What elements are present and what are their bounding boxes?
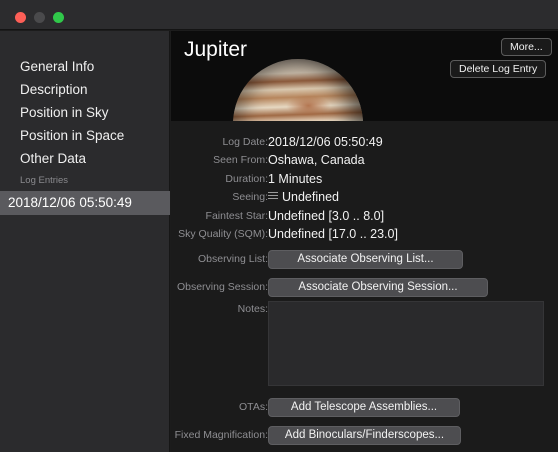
app-window: General Info Description Position in Sky…: [0, 0, 558, 452]
sidebar-item-position-in-space[interactable]: Position in Space: [20, 126, 124, 146]
object-header: Jupiter More... Delete Log Entry: [171, 31, 558, 121]
delete-log-entry-button[interactable]: Delete Log Entry: [450, 60, 547, 78]
associate-observing-list-button[interactable]: Associate Observing List...: [268, 250, 463, 269]
close-window-button[interactable]: [15, 12, 26, 23]
zoom-window-button[interactable]: [53, 12, 64, 23]
log-entry-label: 2018/12/06 05:50:49: [8, 195, 132, 210]
sky-quality-label: Sky Quality (SQM):: [178, 228, 268, 240]
observing-list-label: Observing List:: [197, 253, 268, 265]
duration-label: Duration:: [225, 173, 268, 185]
observing-session-label: Observing Session:: [176, 281, 268, 293]
sky-quality-value[interactable]: Undefined [17.0 .. 23.0]: [268, 226, 398, 242]
seeing-value: Undefined: [282, 190, 339, 204]
jupiter-planet-image: [233, 59, 363, 121]
title-bar: [0, 0, 558, 30]
log-date-label: Log Date:: [222, 136, 268, 148]
sidebar-item-description[interactable]: Description: [20, 80, 88, 100]
add-binoculars-finderscopes-button[interactable]: Add Binoculars/Finderscopes...: [268, 426, 461, 445]
notes-textarea[interactable]: [268, 301, 544, 386]
sidebar: General Info Description Position in Sky…: [0, 31, 170, 452]
sidebar-item-other-data[interactable]: Other Data: [20, 149, 86, 169]
object-title: Jupiter: [184, 38, 248, 61]
seeing-control[interactable]: Undefined: [268, 189, 339, 205]
log-entry-item[interactable]: 2018/12/06 05:50:49: [0, 191, 170, 215]
more-button[interactable]: More...: [501, 38, 552, 56]
seen-from-value[interactable]: Oshawa, Canada: [268, 152, 365, 168]
duration-value[interactable]: 1 Minutes: [268, 171, 322, 187]
minimize-window-button[interactable]: [34, 12, 45, 23]
log-date-value: 2018/12/06 05:50:49: [268, 135, 383, 149]
sidebar-item-general-info[interactable]: General Info: [20, 57, 94, 77]
associate-observing-session-button[interactable]: Associate Observing Session...: [268, 278, 488, 297]
log-entries-section-label: Log Entries: [20, 175, 69, 186]
detail-pane: Jupiter More... Delete Log Entry Log Dat…: [171, 31, 558, 452]
add-telescope-assemblies-button[interactable]: Add Telescope Assemblies...: [268, 398, 460, 417]
notes-label: Notes:: [237, 303, 268, 315]
otas-label: OTAs:: [239, 401, 268, 413]
seeing-lines-icon: [268, 192, 278, 200]
seen-from-label: Seen From:: [213, 154, 268, 166]
seeing-label: Seeing:: [232, 191, 268, 203]
faintest-star-label: Faintest Star:: [205, 210, 268, 222]
faintest-star-value[interactable]: Undefined [3.0 .. 8.0]: [268, 208, 384, 224]
sidebar-item-position-in-sky[interactable]: Position in Sky: [20, 103, 109, 123]
fixed-magnification-label: Fixed Magnification:: [174, 429, 268, 441]
